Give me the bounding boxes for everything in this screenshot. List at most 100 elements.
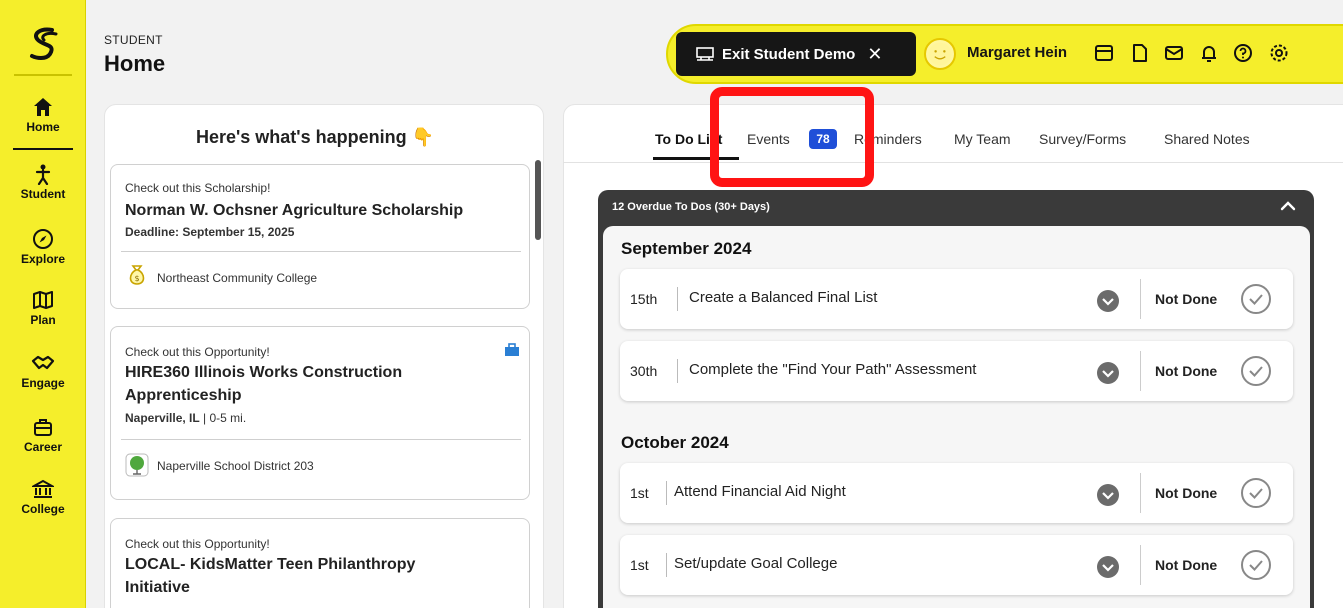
status-label: Not Done [1155,363,1218,379]
sidebar-item-student[interactable]: Student [0,163,86,201]
card-meta: Deadline: September 15, 2025 [125,225,295,239]
briefcase-icon [34,419,52,436]
todo-row[interactable]: 15th Create a Balanced Final List Not Do… [620,269,1293,329]
check-circle-icon[interactable] [1240,477,1272,509]
bank-icon [32,479,54,498]
gear-icon[interactable] [1268,42,1290,64]
todo-row[interactable]: 1st Set/update Goal College Not Done [620,535,1293,595]
sidebar-item-label: Student [20,187,66,201]
sidebar-item-label: Explore [20,252,65,266]
money-bag-icon: $ [129,265,145,285]
row-divider [1140,351,1141,391]
todo-row[interactable]: 1st Attend Financial Aid Night Not Done [620,463,1293,523]
card-divider [121,439,521,440]
row-divider [677,359,678,383]
sidebar-item-engage[interactable]: Engage [0,352,86,390]
card-divider [121,251,521,252]
feed-title-text: Here's what's happening [195,127,407,147]
person-icon [35,164,51,185]
chevron-up-icon[interactable] [1278,196,1298,216]
page-subtitle: STUDENT [104,33,163,47]
row-divider [1140,545,1141,585]
status-label: Not Done [1155,485,1218,501]
todo-day: 15th [630,291,658,307]
chevron-down-icon[interactable] [1096,483,1120,507]
feed-card[interactable]: Check out this Scholarship! Norman W. Oc… [110,164,530,309]
sidebar-item-home[interactable]: Home [0,96,86,134]
compass-icon [33,229,53,249]
sidebar-item-label: College [21,502,65,516]
card-title[interactable]: HIRE360 Illinois Works Construction Appr… [125,361,465,407]
overdue-todos-header: 12 Overdue To Dos (30+ Days) [612,201,770,213]
svg-text:$: $ [134,274,139,283]
status-label: Not Done [1155,557,1218,573]
check-circle-icon[interactable] [1240,355,1272,387]
chevron-down-icon[interactable] [1096,555,1120,579]
user-name[interactable]: Margaret Hein [967,44,1067,61]
exit-student-demo-button[interactable]: Exit Student Demo ✕ [676,32,916,76]
tab-shared-notes[interactable]: Shared Notes [1164,131,1250,147]
sidebar-item-explore[interactable]: Explore [0,228,86,266]
todo-task[interactable]: Create a Balanced Final List [689,289,877,306]
todo-day: 30th [630,363,658,379]
todo-task[interactable]: Set/update Goal College [674,555,837,572]
status-label: Not Done [1155,291,1218,307]
check-circle-icon[interactable] [1240,283,1272,315]
feed-card[interactable]: Check out this Opportunity! LOCAL- KidsM… [110,518,530,608]
map-icon [33,291,53,309]
sidebar-item-label: Career [23,440,63,454]
row-divider [677,287,678,311]
active-indicator [13,148,73,150]
feed-card[interactable]: Check out this Opportunity! HIRE360 Illi… [110,326,530,500]
card-title[interactable]: LOCAL- KidsMatter Teen Philanthropy Init… [125,553,465,599]
tab-my-team[interactable]: My Team [954,131,1011,147]
avatar[interactable] [924,38,956,70]
row-divider [1140,279,1141,319]
sidebar-item-label: Plan [30,313,56,327]
feed-scrollbar[interactable] [535,160,541,240]
document-icon[interactable] [1129,42,1151,64]
card-kicker: Check out this Opportunity! [125,537,270,551]
presentation-icon [696,47,714,61]
card-meta: Naperville, IL | 0-5 mi. [125,411,247,425]
card-org: Naperville School District 203 [157,459,314,473]
sidebar-item-label: Home [26,120,60,134]
row-divider [666,481,667,505]
tabs-divider [563,162,1343,163]
bell-icon[interactable] [1198,42,1220,64]
card-org: Northeast Community College [157,271,318,285]
home-icon [34,98,52,116]
close-icon: ✕ [867,43,883,64]
chevron-down-icon[interactable] [1096,361,1120,385]
sidebar-item-career[interactable]: Career [0,416,86,454]
job-icon [505,343,519,356]
sidebar-item-plan[interactable]: Plan [0,289,86,327]
row-divider [666,553,667,577]
todo-task[interactable]: Complete the "Find Your Path" Assessment [689,361,976,378]
month-heading: October 2024 [621,433,729,452]
card-title[interactable]: Norman W. Ochsner Agriculture Scholarshi… [125,199,465,222]
feed-title: Here's what's happening 👇 [105,127,525,148]
pointing-hand-icon: 👇 [411,127,435,147]
month-heading: September 2024 [621,239,752,258]
exit-label: Exit Student Demo [722,45,856,63]
chevron-down-icon[interactable] [1096,289,1120,313]
globe-icon [125,453,149,477]
mail-icon[interactable] [1163,42,1185,64]
row-divider [1140,473,1141,513]
sidebar-item-college[interactable]: College [0,478,86,516]
logo-icon[interactable] [26,26,62,62]
card-kicker: Check out this Scholarship! [125,181,271,195]
sidebar-item-label: Engage [21,376,65,390]
archive-icon[interactable] [1093,42,1115,64]
todo-row[interactable]: 30th Complete the "Find Your Path" Asses… [620,341,1293,401]
todo-task[interactable]: Attend Financial Aid Night [674,483,846,500]
todo-day: 1st [630,557,649,573]
help-icon[interactable] [1232,42,1254,64]
sidebar-divider [14,74,72,76]
highlight-annotation [710,87,874,187]
tab-survey-forms[interactable]: Survey/Forms [1039,131,1126,147]
handshake-icon [31,355,55,370]
check-circle-icon[interactable] [1240,549,1272,581]
sidebar: Home Student Explore Plan Engage Career … [0,0,86,608]
